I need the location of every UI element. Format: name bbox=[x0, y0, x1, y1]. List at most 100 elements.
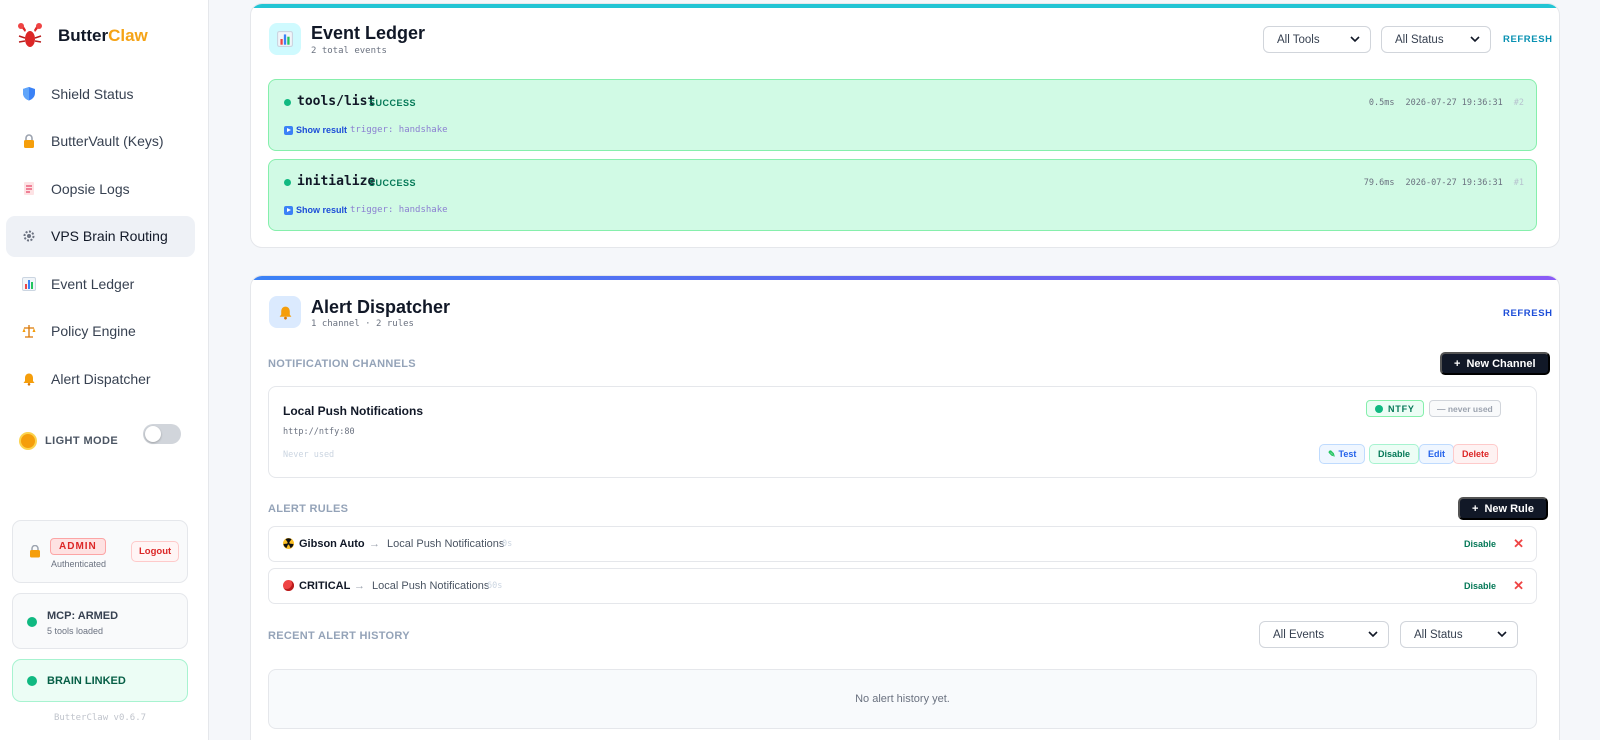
channels-section-label: NOTIFICATION CHANNELS bbox=[268, 358, 416, 370]
event-row[interactable]: tools/list SUCCESS 0.5ms 2026-07-27 19:3… bbox=[268, 79, 1537, 151]
logout-button[interactable]: Logout bbox=[131, 541, 180, 562]
sidebar-item-label: Shield Status bbox=[51, 85, 134, 102]
badge-label: NTFY bbox=[1388, 403, 1415, 414]
status-filter-select[interactable]: All Status bbox=[1381, 26, 1491, 53]
lobster-icon bbox=[16, 22, 44, 50]
events-filter-select[interactable]: All Events bbox=[1259, 621, 1389, 648]
delete-channel-button[interactable]: Delete bbox=[1453, 444, 1499, 464]
panel-accent-bar bbox=[251, 276, 1559, 280]
disable-channel-button[interactable]: Disable bbox=[1369, 444, 1420, 464]
event-trigger: trigger: handshake bbox=[350, 205, 448, 215]
bell-icon bbox=[21, 371, 37, 387]
channel-type-badge: NTFY bbox=[1366, 400, 1424, 417]
plus-icon: + bbox=[1472, 502, 1479, 515]
sidebar-item-label: ButterVault (Keys) bbox=[51, 133, 164, 149]
brand-name: ButterClaw bbox=[58, 26, 148, 45]
close-icon[interactable]: ✕ bbox=[1513, 578, 1524, 594]
arrow-right-icon: → bbox=[369, 538, 380, 550]
lock-icon bbox=[21, 133, 37, 149]
scales-icon bbox=[21, 323, 37, 339]
brand[interactable]: ButterClaw bbox=[16, 22, 148, 50]
status-dot bbox=[284, 99, 291, 106]
radioactive-icon bbox=[283, 538, 294, 549]
channel-last-used: Never used bbox=[283, 450, 335, 460]
event-timestamp: 2026-07-27 19:36:31 bbox=[1405, 178, 1503, 188]
event-row[interactable]: initialize SUCCESS 79.6ms 2026-07-27 19:… bbox=[268, 159, 1537, 231]
event-trigger: trigger: handshake bbox=[350, 125, 448, 135]
event-timestamp: 2026-07-27 19:36:31 bbox=[1405, 98, 1503, 108]
new-rule-button[interactable]: + New Rule bbox=[1458, 497, 1548, 520]
play-icon bbox=[284, 125, 293, 135]
refresh-button[interactable]: REFRESH bbox=[1503, 308, 1553, 319]
select-value: All Events bbox=[1273, 628, 1325, 641]
show-result-label: Show result bbox=[296, 205, 348, 215]
play-icon bbox=[284, 205, 293, 215]
status-filter-select[interactable]: All Status bbox=[1400, 621, 1518, 648]
close-icon[interactable]: ✕ bbox=[1513, 536, 1524, 552]
brain-status-card: BRAIN LINKED bbox=[12, 659, 188, 702]
auth-status: Authenticated bbox=[51, 559, 107, 569]
sidebar-item-oopsie-logs[interactable]: Oopsie Logs bbox=[6, 168, 195, 209]
button-label: New Rule bbox=[1484, 502, 1534, 515]
tools-filter-select[interactable]: All Tools bbox=[1263, 26, 1371, 53]
sun-icon bbox=[21, 434, 35, 448]
arrow-right-icon: → bbox=[354, 580, 365, 592]
channel-url: http://ntfy:80 bbox=[283, 427, 355, 437]
rule-target: Local Push Notifications bbox=[387, 538, 505, 550]
sidebar-item-shield-status[interactable]: Shield Status bbox=[6, 73, 195, 114]
event-meta: 0.5ms 2026-07-27 19:36:31 #2 bbox=[1369, 98, 1524, 108]
panel-title: Event Ledger bbox=[311, 23, 426, 43]
sidebar-item-vps-brain-routing[interactable]: VPS Brain Routing bbox=[6, 215, 195, 257]
gear-icon bbox=[21, 228, 37, 244]
sidebar-item-policy-engine[interactable]: Policy Engine bbox=[6, 311, 195, 352]
toggle-knob bbox=[145, 426, 161, 442]
sidebar-item-label: Event Ledger bbox=[51, 275, 135, 292]
show-result-link[interactable]: Show result trigger: handshake bbox=[284, 125, 448, 135]
alert-dispatcher-panel: Alert Dispatcher 1 channel · 2 rules REF… bbox=[250, 275, 1560, 740]
test-channel-button[interactable]: ✎ Test bbox=[1319, 444, 1366, 464]
rule-target: Local Push Notifications bbox=[372, 580, 490, 592]
sidebar-item-alert-dispatcher[interactable]: Alert Dispatcher bbox=[6, 358, 195, 399]
panel-subtitle: 1 channel · 2 rules bbox=[311, 319, 414, 329]
chevron-down-icon bbox=[1497, 631, 1507, 638]
disable-rule-button[interactable]: Disable bbox=[1464, 539, 1496, 549]
sidebar-item-event-ledger[interactable]: Event Ledger bbox=[6, 263, 195, 304]
bar-chart-icon bbox=[269, 23, 301, 55]
rule-name: Gibson Auto bbox=[299, 538, 365, 550]
theme-toggle-row: LIGHT MODE bbox=[21, 424, 181, 448]
event-duration: 79.6ms bbox=[1363, 178, 1395, 188]
admin-badge: ADMIN bbox=[50, 538, 106, 555]
rule-cooldown: 0s bbox=[502, 539, 513, 549]
mcp-title: MCP: ARMED bbox=[47, 610, 119, 622]
bar-chart-icon bbox=[21, 276, 37, 292]
mcp-status-card: MCP: ARMED 5 tools loaded bbox=[12, 593, 188, 649]
sidebar-item-buttervault[interactable]: ButterVault (Keys) bbox=[6, 121, 195, 162]
event-status: SUCCESS bbox=[369, 178, 417, 188]
select-value: All Status bbox=[1414, 628, 1463, 641]
sidebar-item-label: Policy Engine bbox=[51, 323, 136, 339]
event-name: tools/list bbox=[297, 94, 376, 109]
select-value: All Status bbox=[1395, 33, 1444, 46]
show-result-link[interactable]: Show result trigger: handshake bbox=[284, 205, 448, 215]
shield-icon bbox=[21, 86, 37, 102]
event-id: #2 bbox=[1513, 98, 1524, 108]
rule-cooldown: 60s bbox=[487, 581, 503, 591]
rule-row[interactable]: CRITICAL → Local Push Notifications 60s … bbox=[268, 568, 1537, 604]
status-dot bbox=[284, 179, 291, 186]
sidebar-item-label: Alert Dispatcher bbox=[51, 370, 151, 387]
new-channel-button[interactable]: + New Channel bbox=[1440, 352, 1550, 375]
wand-icon: ✎ bbox=[1328, 448, 1336, 459]
plus-icon: + bbox=[1454, 357, 1461, 370]
sidebar-item-label: Oopsie Logs bbox=[51, 180, 130, 197]
edit-channel-button[interactable]: Edit bbox=[1419, 444, 1454, 464]
refresh-button[interactable]: REFRESH bbox=[1503, 34, 1553, 45]
rule-row[interactable]: Gibson Auto → Local Push Notifications 0… bbox=[268, 526, 1537, 562]
theme-toggle[interactable] bbox=[143, 424, 181, 444]
panel-accent-bar bbox=[251, 4, 1559, 8]
memo-icon bbox=[21, 181, 37, 197]
disable-rule-button[interactable]: Disable bbox=[1464, 581, 1496, 591]
version-label: ButterClaw v0.6.7 bbox=[53, 713, 147, 723]
sidebar-nav: Shield Status ButterVault (Keys) Oopsie … bbox=[6, 73, 195, 406]
brain-title: BRAIN LINKED bbox=[47, 675, 126, 687]
event-name: initialize bbox=[297, 174, 376, 189]
